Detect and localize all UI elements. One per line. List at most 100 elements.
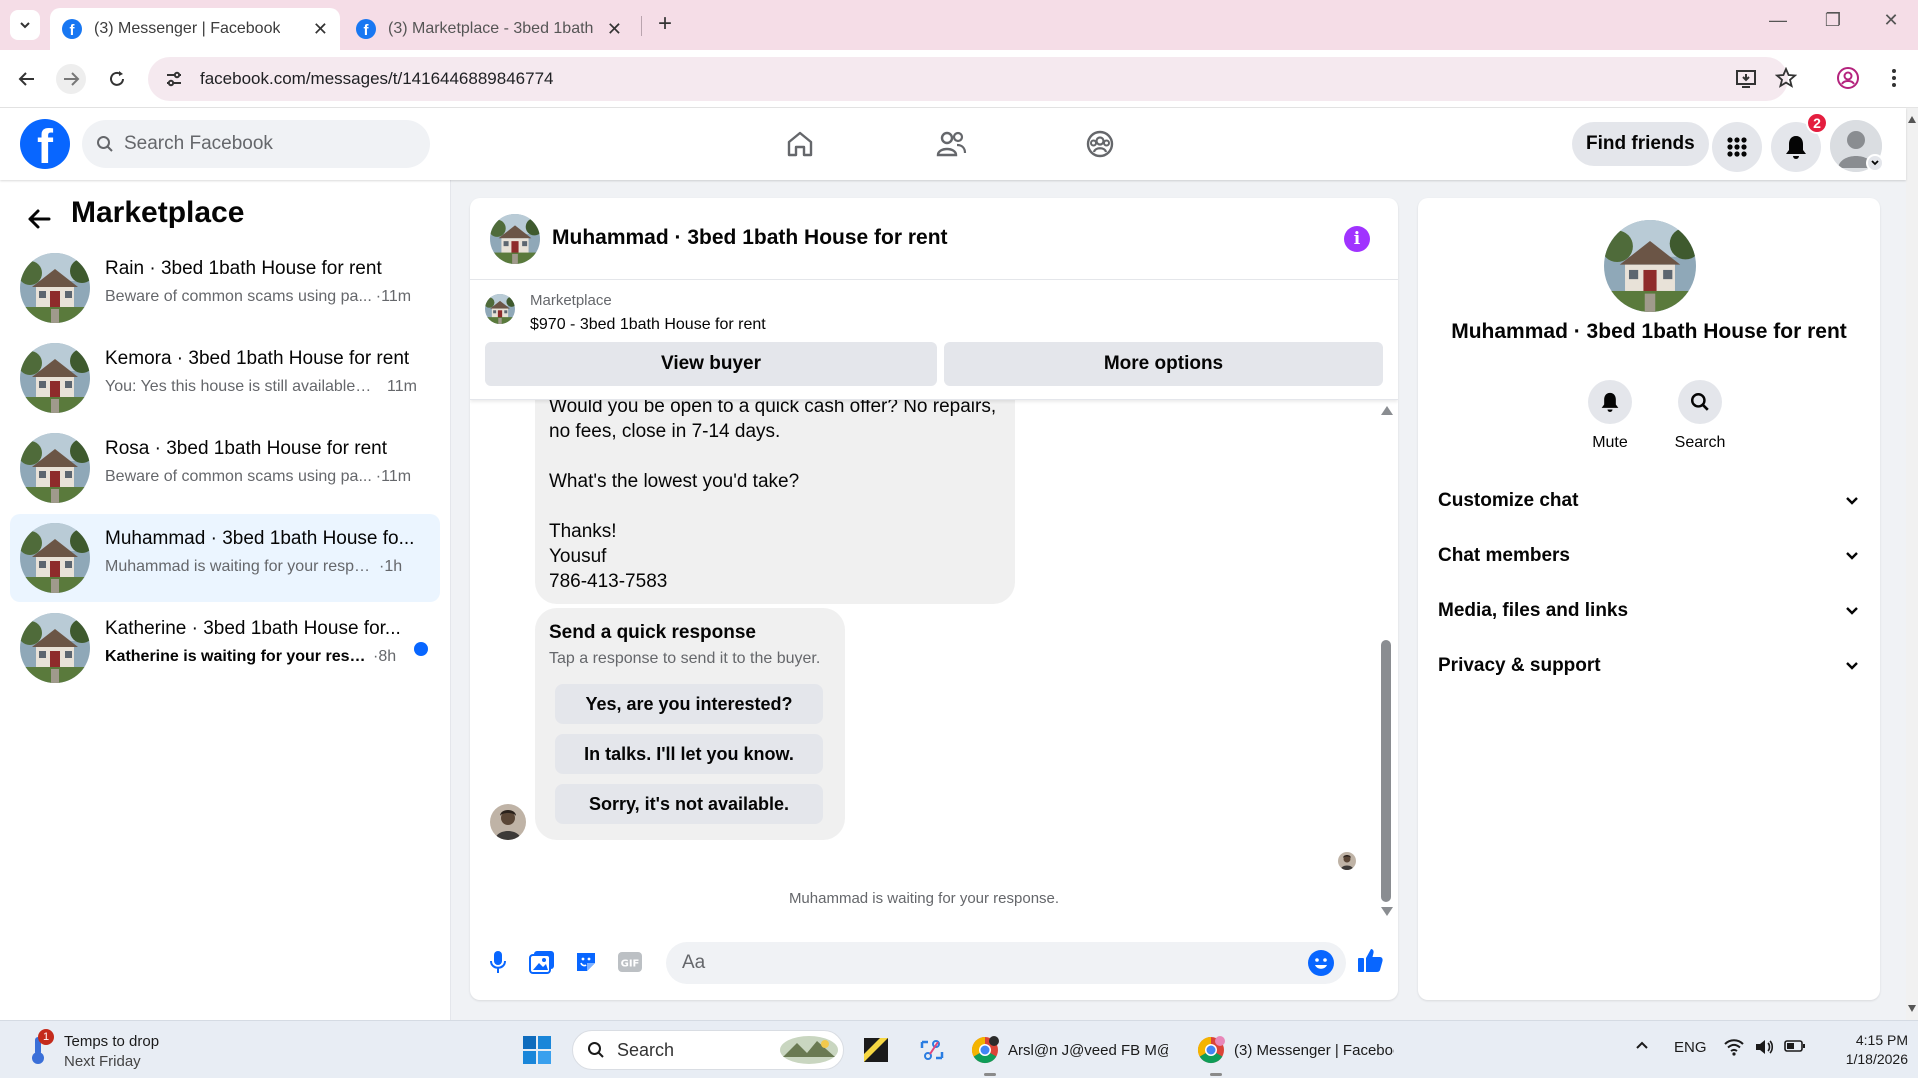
tab-search-button[interactable] [10,10,40,40]
conversation-preview-row: Beware of common scams using pa... ·11m [105,288,411,306]
facebook-search-box[interactable] [82,120,430,168]
show-hidden-icons-button[interactable] [1634,1037,1650,1057]
search-in-conversation-button[interactable] [1678,380,1722,424]
taskbar-chrome-window-2[interactable]: (3) Messenger | Facebook [1196,1030,1400,1076]
profile-button[interactable] [1834,64,1862,92]
network-button[interactable] [1724,1038,1744,1060]
quick-response-title: Send a quick response [549,622,756,643]
conversation-time: ·1h [379,558,403,575]
new-tab-button[interactable]: + [652,12,678,38]
friends-nav-button[interactable] [931,124,971,164]
search-action[interactable]: Search [1660,380,1740,452]
listing-title[interactable]: $970 - 3bed 1bath House for rent [530,316,766,334]
scroll-down-arrow-icon[interactable] [1381,907,1393,916]
attach-media-button[interactable] [528,948,556,976]
conversation-title: Muhammad · 3bed 1bath House fo... [105,528,415,549]
like-button[interactable] [1356,946,1384,974]
scrollbar-thumb[interactable] [1381,640,1391,902]
reload-button[interactable] [102,64,132,94]
listing-thumbnail [20,253,90,323]
message-line [549,494,1001,519]
more-options-button[interactable]: More options [944,342,1383,386]
close-tab-icon[interactable]: ✕ [607,19,622,40]
chat-title[interactable]: Muhammad · 3bed 1bath House for rent [552,226,948,250]
message-line: Would you be open to a quick cash offer?… [549,400,997,417]
scroll-down-arrow-icon[interactable] [1908,1005,1916,1012]
restore-button[interactable]: ❐ [1813,10,1853,31]
message-input[interactable] [666,942,1346,984]
sticker-button[interactable] [572,948,600,976]
browser-menu-button[interactable] [1880,64,1908,92]
back-button[interactable] [24,204,54,234]
volume-button[interactable] [1754,1038,1774,1060]
page-scrollbar[interactable] [1906,108,1918,1020]
address-bar[interactable]: facebook.com/messages/t/1416446889846774 [148,57,1788,101]
url-text: facebook.com/messages/t/1416446889846774 [200,69,554,88]
sender-avatar[interactable] [490,804,526,840]
account-menu-caret[interactable] [1866,154,1884,172]
menu-button[interactable] [1712,122,1762,172]
find-friends-button[interactable]: Find friends [1572,122,1709,166]
tab-messenger[interactable]: f (3) Messenger | Facebook ✕ [50,8,340,50]
back-button[interactable] [12,64,42,94]
close-window-button[interactable]: ✕ [1871,10,1911,31]
conversation-item-selected[interactable]: Muhammad · 3bed 1bath House fo... Muhamm… [10,514,440,602]
message-line: What's the lowest you'd take? [549,471,800,492]
friends-icon [936,131,967,157]
weather-widget[interactable]: 1 Temps to drop Next Friday [24,1029,224,1071]
battery-button[interactable] [1784,1039,1806,1057]
taskbar-search[interactable]: Search [572,1030,844,1070]
conversation-info-icon[interactable]: i [1344,226,1370,252]
voice-clip-button[interactable] [484,948,512,976]
site-settings-icon[interactable] [164,69,184,89]
sticky-notes-icon [864,1038,888,1062]
mute-action[interactable]: Mute [1570,380,1650,452]
profile-icon [1837,67,1859,89]
gif-button[interactable]: GIF [616,948,644,976]
start-button[interactable] [522,1030,558,1070]
listing-thumbnail [20,433,90,503]
system-clock[interactable]: 4:15 PM 1/18/2026 [1818,1031,1908,1069]
conversation-item[interactable]: Kemora · 3bed 1bath House for rent You: … [10,334,440,422]
incoming-message-bubble[interactable]: Would you be open to a quick cash offer?… [535,400,1015,604]
message-thread: Would you be open to a quick cash offer?… [470,400,1398,920]
install-app-button[interactable] [1732,64,1760,92]
groups-nav-button[interactable] [1080,124,1120,164]
home-nav-button[interactable] [780,124,820,164]
view-buyer-button[interactable]: View buyer [485,342,937,386]
taskbar-snipping-tool[interactable] [912,1030,952,1070]
conversation-avatar[interactable] [1604,220,1696,312]
chat-scrollbar[interactable] [1378,400,1393,920]
mute-button[interactable] [1588,380,1632,424]
taskbar-sticky-notes[interactable] [856,1030,896,1070]
conversation-time: ·8h [373,648,397,665]
media-files-links-section[interactable]: Media, files and links [1430,586,1868,636]
conversation-item[interactable]: Rain · 3bed 1bath House for rent Beware … [10,244,440,332]
privacy-support-section[interactable]: Privacy & support [1430,641,1868,691]
tab-marketplace[interactable]: f (3) Marketplace - 3bed 1bath H ✕ [344,8,634,50]
minimize-button[interactable]: — [1758,10,1798,31]
taskbar-chrome-window-1[interactable]: Arsl@n J@veed FB M@r [970,1030,1174,1076]
forward-button[interactable] [56,64,86,94]
bookmark-button[interactable] [1772,64,1800,92]
facebook-search-input[interactable] [124,133,404,155]
close-tab-icon[interactable]: ✕ [313,19,328,40]
browser-tab-strip: f (3) Messenger | Facebook ✕ f (3) Marke… [0,0,1918,50]
chat-avatar[interactable] [490,214,540,264]
input-language[interactable]: ENG [1674,1039,1707,1056]
emoji-icon[interactable] [1308,950,1334,976]
conversation-title: Rain · 3bed 1bath House for rent [105,258,382,279]
customize-chat-section[interactable]: Customize chat [1430,476,1868,526]
chat-members-section[interactable]: Chat members [1430,531,1868,581]
clock-time: 4:15 PM [1855,1032,1908,1048]
conversation-item[interactable]: Rosa · 3bed 1bath House for rent Beware … [10,424,440,512]
scroll-up-arrow-icon[interactable] [1381,406,1393,415]
search-icon [97,136,113,152]
conversation-title: Katherine · 3bed 1bath House for... [105,618,401,639]
scroll-up-arrow-icon[interactable] [1908,116,1916,123]
conversation-item-unread[interactable]: Katherine · 3bed 1bath House for... Kath… [10,604,440,692]
quick-response-option[interactable]: Sorry, it's not available. [555,784,823,824]
quick-response-option[interactable]: In talks. I'll let you know. [555,734,823,774]
facebook-logo[interactable]: f [20,119,70,169]
quick-response-option[interactable]: Yes, are you interested? [555,684,823,724]
